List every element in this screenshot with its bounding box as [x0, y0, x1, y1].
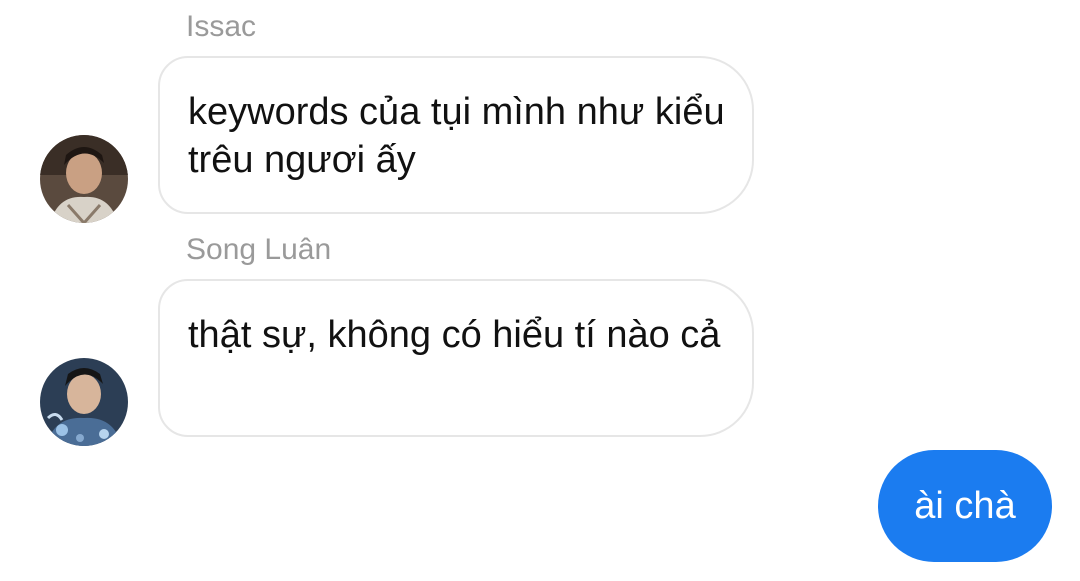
avatar-issac-icon[interactable] — [40, 135, 128, 223]
user-avatar-photo-icon — [40, 135, 128, 223]
sender-name-song-luan: Song Luân — [186, 233, 332, 266]
message-text: thật sự, không có hiểu tí nào cả — [188, 314, 721, 356]
user-avatar-photo-icon — [40, 358, 128, 446]
outgoing-message-bubble[interactable]: ài chà — [878, 450, 1052, 562]
incoming-message-bubble[interactable]: thật sự, không có hiểu tí nào cả — [158, 279, 754, 437]
message-text: ài chà — [914, 485, 1016, 527]
incoming-message-bubble[interactable]: keywords của tụi mình như kiểu trêu ngươ… — [158, 56, 754, 214]
message-text: keywords của tụi mình như kiểu trêu ngươ… — [188, 91, 725, 181]
avatar-song-luan-icon[interactable] — [40, 358, 128, 446]
sender-name-issac: Issac — [186, 10, 257, 43]
